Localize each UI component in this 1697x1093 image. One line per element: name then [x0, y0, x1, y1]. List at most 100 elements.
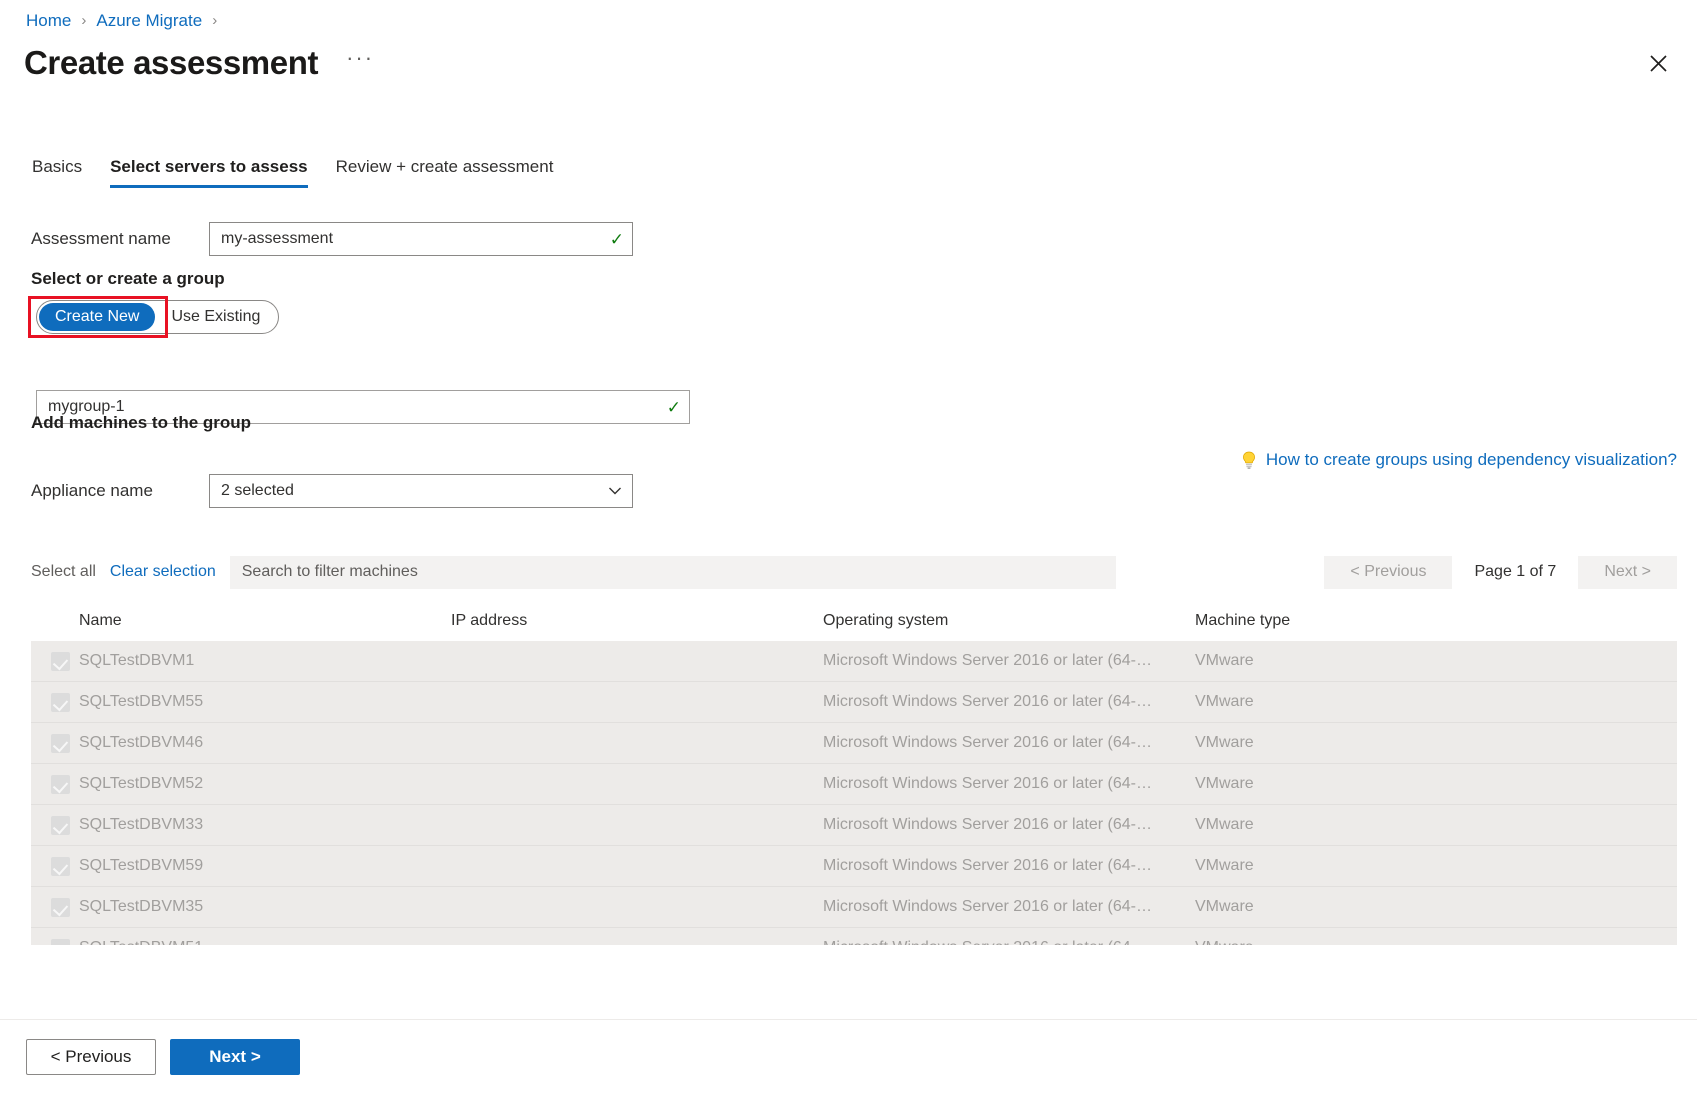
- row-checkbox[interactable]: [51, 734, 70, 753]
- cell-operating-system: Microsoft Windows Server 2016 or later (…: [823, 775, 1195, 793]
- tab-review-create-assessment[interactable]: Review + create assessment: [322, 155, 568, 188]
- breadcrumb-item-home[interactable]: Home: [26, 10, 71, 32]
- assessment-name-label: Assessment name: [31, 229, 209, 249]
- select-or-create-group-heading: Select or create a group: [31, 269, 225, 289]
- column-header-name[interactable]: Name: [79, 612, 451, 630]
- column-header-ip-address[interactable]: IP address: [451, 612, 823, 630]
- table-row[interactable]: SQLTestDBVM35 Microsoft Windows Server 20…: [31, 887, 1677, 928]
- clear-selection-button[interactable]: Clear selection: [110, 563, 216, 581]
- table-body: SQLTestDBVM1 Microsoft Windows Server 201…: [31, 641, 1677, 945]
- table-row[interactable]: SQLTestDBVM52 Microsoft Windows Server 20…: [31, 764, 1677, 805]
- pagination: < Previous Page 1 of 7 Next >: [1324, 556, 1677, 589]
- cell-operating-system: Microsoft Windows Server 2016 or later (…: [823, 857, 1195, 875]
- appliance-name-row: Appliance name 2 selected: [31, 474, 633, 508]
- cell-machine-type: VMware: [1195, 775, 1495, 793]
- appliance-name-select[interactable]: 2 selected: [209, 474, 633, 508]
- cell-machine-type: VMware: [1195, 652, 1495, 670]
- cell-operating-system: Microsoft Windows Server 2016 or later (…: [823, 652, 1195, 670]
- machines-toolbar: Select all Clear selection Search to fil…: [31, 554, 1677, 590]
- row-checkbox[interactable]: [51, 857, 70, 876]
- tab-select-servers-to-assess[interactable]: Select servers to assess: [96, 155, 322, 188]
- row-checkbox[interactable]: [51, 775, 70, 794]
- wizard-tabs: Basics Select servers to assess Review +…: [30, 155, 567, 188]
- breadcrumb-item-azure-migrate[interactable]: Azure Migrate: [96, 10, 202, 32]
- cell-machine-type: VMware: [1195, 857, 1495, 875]
- chevron-down-icon: [608, 484, 622, 498]
- table-row[interactable]: SQLTestDBVM59 Microsoft Windows Server 20…: [31, 846, 1677, 887]
- cell-operating-system: Microsoft Windows Server 2016 or later (…: [823, 939, 1195, 945]
- group-mode-segmented-control: Create New Use Existing: [36, 300, 279, 334]
- machines-table: Name IP address Operating system Machine…: [31, 600, 1677, 945]
- row-checkbox-cell: [31, 898, 79, 917]
- page-title: Create assessment: [24, 44, 318, 82]
- previous-button[interactable]: < Previous: [26, 1039, 156, 1075]
- row-checkbox-cell: [31, 734, 79, 753]
- cell-name: SQLTestDBVM1: [79, 652, 451, 670]
- column-header-machine-type[interactable]: Machine type: [1195, 612, 1495, 630]
- lightbulb-icon: [1241, 451, 1257, 469]
- row-checkbox-cell: [31, 775, 79, 794]
- cell-machine-type: VMware: [1195, 939, 1495, 945]
- table-header-row: Name IP address Operating system Machine…: [31, 600, 1677, 641]
- cell-name: SQLTestDBVM33: [79, 816, 451, 834]
- row-checkbox[interactable]: [51, 816, 70, 835]
- valid-check-icon: ✓: [667, 399, 681, 416]
- assessment-name-input[interactable]: my-assessment ✓: [209, 222, 633, 256]
- valid-check-icon: ✓: [610, 231, 624, 248]
- row-checkbox[interactable]: [51, 898, 70, 917]
- create-assessment-page: Home › Azure Migrate › Create assessment…: [0, 0, 1697, 1093]
- select-all-button[interactable]: Select all: [31, 563, 96, 581]
- cell-name: SQLTestDBVM59: [79, 857, 451, 875]
- assessment-name-value: my-assessment: [221, 230, 604, 248]
- search-input[interactable]: Search to filter machines: [230, 556, 1116, 589]
- row-checkbox[interactable]: [51, 652, 70, 671]
- row-checkbox-cell: [31, 816, 79, 835]
- pagination-previous-button[interactable]: < Previous: [1324, 556, 1452, 589]
- column-header-operating-system[interactable]: Operating system: [823, 612, 1195, 630]
- dependency-visualization-link-label: How to create groups using dependency vi…: [1266, 450, 1677, 470]
- dependency-visualization-link[interactable]: How to create groups using dependency vi…: [1241, 450, 1677, 470]
- appliance-name-value: 2 selected: [221, 482, 608, 500]
- row-checkbox-cell: [31, 857, 79, 876]
- row-checkbox[interactable]: [51, 693, 70, 712]
- cell-machine-type: VMware: [1195, 898, 1495, 916]
- row-checkbox-cell: [31, 939, 79, 946]
- cell-name: SQLTestDBVM35: [79, 898, 451, 916]
- next-button[interactable]: Next >: [170, 1039, 300, 1075]
- row-checkbox-cell: [31, 652, 79, 671]
- title-row: Create assessment ···: [24, 44, 374, 82]
- cell-operating-system: Microsoft Windows Server 2016 or later (…: [823, 898, 1195, 916]
- table-row[interactable]: SQLTestDBVM55 Microsoft Windows Server 20…: [31, 682, 1677, 723]
- cell-name: SQLTestDBVM52: [79, 775, 451, 793]
- table-row[interactable]: SQLTestDBVM33 Microsoft Windows Server 20…: [31, 805, 1677, 846]
- cell-operating-system: Microsoft Windows Server 2016 or later (…: [823, 693, 1195, 711]
- segment-use-existing[interactable]: Use Existing: [155, 303, 276, 331]
- tab-basics[interactable]: Basics: [30, 155, 96, 188]
- breadcrumb-separator-icon: ›: [81, 10, 86, 32]
- add-machines-heading: Add machines to the group: [31, 413, 251, 433]
- assessment-name-row: Assessment name my-assessment ✓: [31, 222, 633, 256]
- more-options-button[interactable]: ···: [346, 51, 374, 75]
- cell-machine-type: VMware: [1195, 693, 1495, 711]
- cell-machine-type: VMware: [1195, 734, 1495, 752]
- row-checkbox[interactable]: [51, 939, 70, 946]
- breadcrumb-separator-icon: ›: [212, 10, 217, 32]
- breadcrumb: Home › Azure Migrate ›: [26, 10, 227, 32]
- cell-name: SQLTestDBVM51: [79, 939, 451, 945]
- table-row[interactable]: SQLTestDBVM46 Microsoft Windows Server 20…: [31, 723, 1677, 764]
- cell-name: SQLTestDBVM55: [79, 693, 451, 711]
- wizard-footer: < Previous Next >: [0, 1019, 1697, 1093]
- cell-operating-system: Microsoft Windows Server 2016 or later (…: [823, 816, 1195, 834]
- cell-name: SQLTestDBVM46: [79, 734, 451, 752]
- appliance-name-label: Appliance name: [31, 481, 209, 501]
- cell-machine-type: VMware: [1195, 816, 1495, 834]
- close-icon[interactable]: [1641, 46, 1675, 80]
- cell-operating-system: Microsoft Windows Server 2016 or later (…: [823, 734, 1195, 752]
- table-row[interactable]: SQLTestDBVM51 Microsoft Windows Server 20…: [31, 928, 1677, 945]
- table-row[interactable]: SQLTestDBVM1 Microsoft Windows Server 201…: [31, 641, 1677, 682]
- segment-create-new[interactable]: Create New: [39, 303, 155, 331]
- pagination-next-button[interactable]: Next >: [1578, 556, 1677, 589]
- pagination-status: Page 1 of 7: [1452, 563, 1578, 581]
- search-placeholder: Search to filter machines: [242, 563, 418, 581]
- row-checkbox-cell: [31, 693, 79, 712]
